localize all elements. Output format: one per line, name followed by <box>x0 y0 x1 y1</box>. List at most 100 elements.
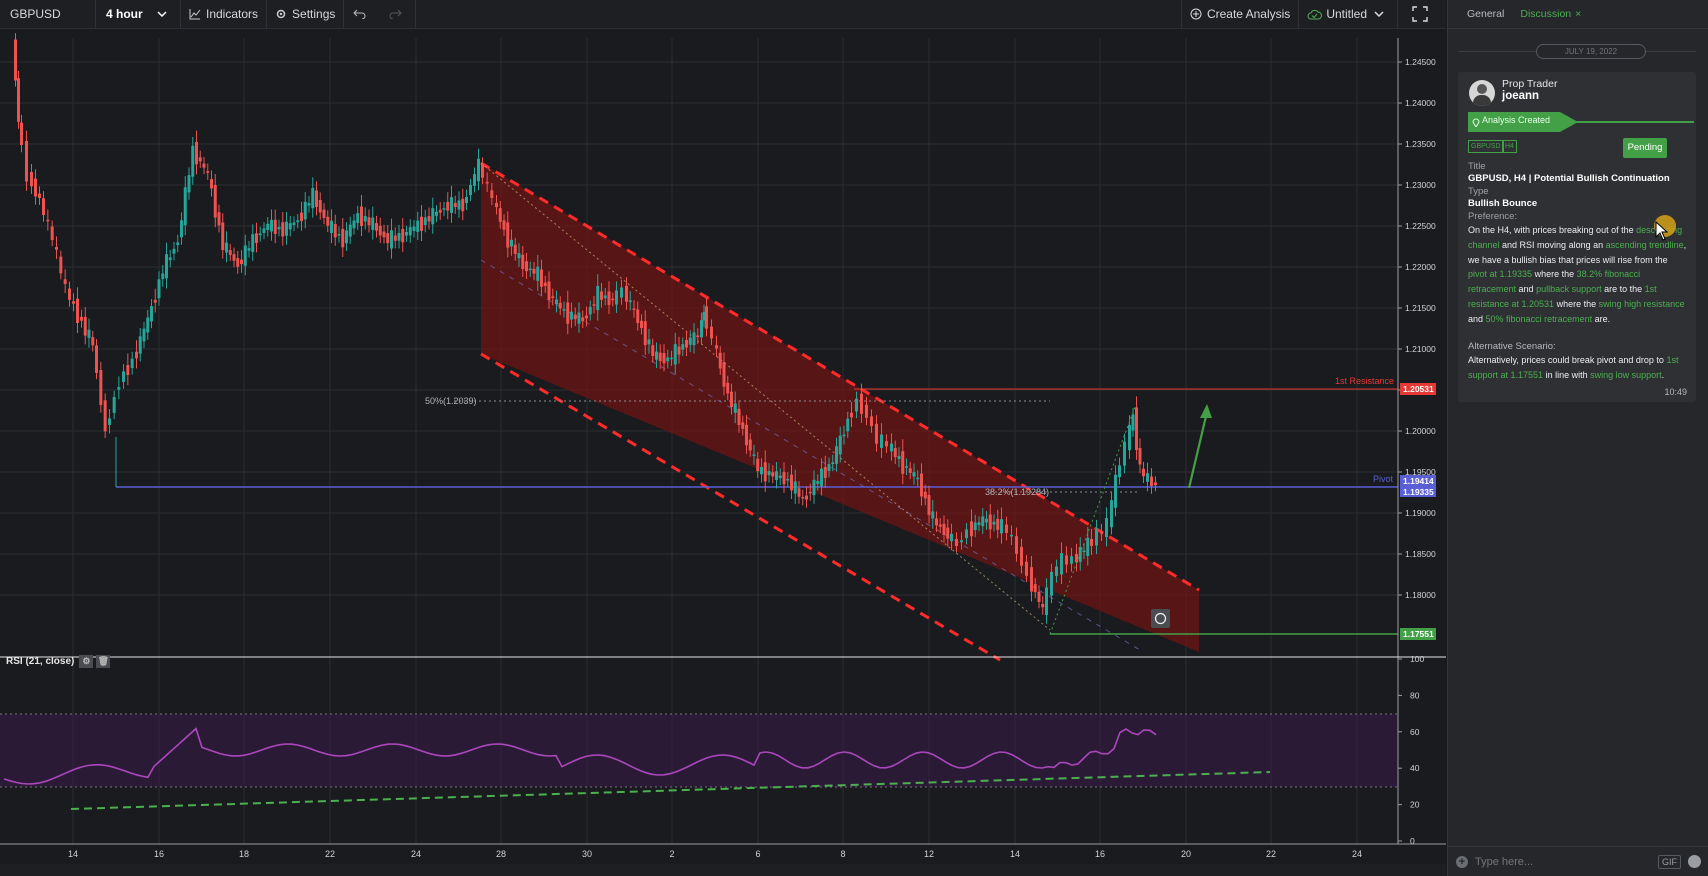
candle-body <box>1100 531 1103 534</box>
candle-body <box>401 228 405 243</box>
resistance-price: 1.20531 <box>1403 384 1434 394</box>
chart-canvas[interactable]: 50%(1.2039) 38.2%(1.19284) 1st Resistanc… <box>0 30 1446 876</box>
candle-body <box>670 357 673 360</box>
candle-body <box>165 254 168 279</box>
fullscreen-button[interactable] <box>1398 0 1446 29</box>
date-separator: JULY 19, 2022 <box>1536 44 1646 59</box>
candle-body <box>1123 441 1126 466</box>
gif-button[interactable]: GIF <box>1658 854 1681 869</box>
candle-body <box>973 522 977 531</box>
avatar[interactable] <box>1469 80 1495 106</box>
candle-body <box>352 220 356 229</box>
fullscreen-icon <box>1411 6 1428 22</box>
price-tick-label: 1.23000 <box>1405 180 1436 190</box>
chart-footer <box>0 864 1446 876</box>
add-attachment-icon[interactable]: + <box>1456 855 1468 868</box>
candle-body <box>240 259 243 265</box>
candle-body <box>942 523 946 535</box>
status-text: Analysis Created <box>1482 115 1551 125</box>
candle-body <box>521 254 525 270</box>
indicators-button[interactable]: Indicators <box>181 0 268 29</box>
candle-body <box>367 217 371 226</box>
timeframe-tag[interactable]: H4 <box>1502 140 1517 153</box>
emoji-icon[interactable] <box>1688 855 1701 868</box>
username[interactable]: joeann <box>1502 90 1539 102</box>
candle-body <box>1114 474 1117 508</box>
candle-body <box>543 282 547 287</box>
candle-body <box>528 268 532 271</box>
candle-body <box>363 215 367 222</box>
candle-body <box>172 248 176 254</box>
tab-general[interactable]: General <box>1467 8 1504 20</box>
candle-body <box>322 209 326 218</box>
close-icon[interactable]: × <box>1575 8 1581 20</box>
symbol-tag[interactable]: GBPUSD <box>1468 140 1504 153</box>
price-tick-label: 1.21000 <box>1405 344 1436 354</box>
settings-button[interactable]: Settings <box>267 0 345 29</box>
time-tick-label: 16 <box>1095 849 1105 859</box>
candle-body <box>300 212 303 222</box>
candle-body <box>408 227 412 236</box>
type-label: Type <box>1468 186 1489 197</box>
candle-body <box>311 188 315 209</box>
chart-line-icon <box>189 8 201 19</box>
undo-button[interactable] <box>344 0 380 29</box>
candle-body <box>326 216 330 226</box>
candle-body <box>685 339 688 348</box>
redo-button[interactable] <box>380 0 417 29</box>
candle-body <box>217 212 221 226</box>
candle-body <box>547 281 551 300</box>
candle-body <box>647 339 651 345</box>
message-composer: + GIF <box>1448 846 1708 876</box>
candle-body <box>135 351 138 359</box>
candle-body <box>551 296 555 298</box>
layout-selector[interactable]: Untitled <box>1299 0 1398 29</box>
price-tick-label: 1.18000 <box>1405 590 1436 600</box>
candle-body <box>643 321 647 346</box>
candle-body <box>375 223 378 231</box>
candle-body <box>1055 566 1058 577</box>
gear-icon: ⚙ <box>82 656 91 666</box>
candle-body <box>50 226 54 241</box>
price-chart[interactable]: 50%(1.2039) 38.2%(1.19284) 1st Resistanc… <box>0 30 1446 876</box>
alternative-text: Alternatively, prices could break pivot … <box>1468 355 1679 380</box>
candle-body <box>730 391 733 408</box>
candle-body <box>763 462 767 482</box>
rsi-settings-button[interactable]: ⚙ <box>79 655 94 668</box>
candle-body <box>288 223 292 230</box>
interval-selector[interactable]: 4 hour <box>96 0 181 29</box>
candle-body <box>1150 476 1153 486</box>
tab-discussion[interactable]: Discussion × <box>1520 8 1581 20</box>
interval-label: 4 hour <box>106 7 143 21</box>
chart-toolbar: GBPUSD 4 hour Indicators Settings Create… <box>0 0 1446 29</box>
candle-body <box>95 345 98 373</box>
candle-body <box>585 315 588 319</box>
panel-tabs: General Discussion × <box>1448 0 1708 29</box>
message-time: 10:49 <box>1664 387 1687 397</box>
candle-body <box>801 496 805 499</box>
candle-body <box>225 242 228 253</box>
rsi-delete-button[interactable]: 🗑 <box>96 655 111 668</box>
fib-38-label: 38.2%(1.19284) <box>985 487 1049 497</box>
plus-circle-icon <box>1190 8 1202 20</box>
candle-body <box>767 471 771 476</box>
time-tick-label: 28 <box>496 849 506 859</box>
time-tick-label: 22 <box>325 849 335 859</box>
candle-body <box>790 474 793 491</box>
message-input[interactable] <box>1475 855 1645 868</box>
candle-body <box>247 248 251 251</box>
candle-body <box>536 266 540 281</box>
price-tick-label: 1.18500 <box>1405 549 1436 559</box>
candle-body <box>303 201 307 220</box>
candle-body <box>558 302 562 309</box>
candle-body <box>76 298 79 323</box>
candle-body <box>191 145 195 177</box>
symbol-selector[interactable]: GBPUSD <box>0 0 96 29</box>
candle-body <box>931 511 935 519</box>
note-button[interactable] <box>1151 609 1170 628</box>
candle-body <box>946 527 950 539</box>
candle-body <box>506 222 510 248</box>
candle-body <box>161 273 165 280</box>
create-analysis-button[interactable]: Create Analysis <box>1182 0 1300 29</box>
rsi-tick-label: 20 <box>1410 800 1420 810</box>
